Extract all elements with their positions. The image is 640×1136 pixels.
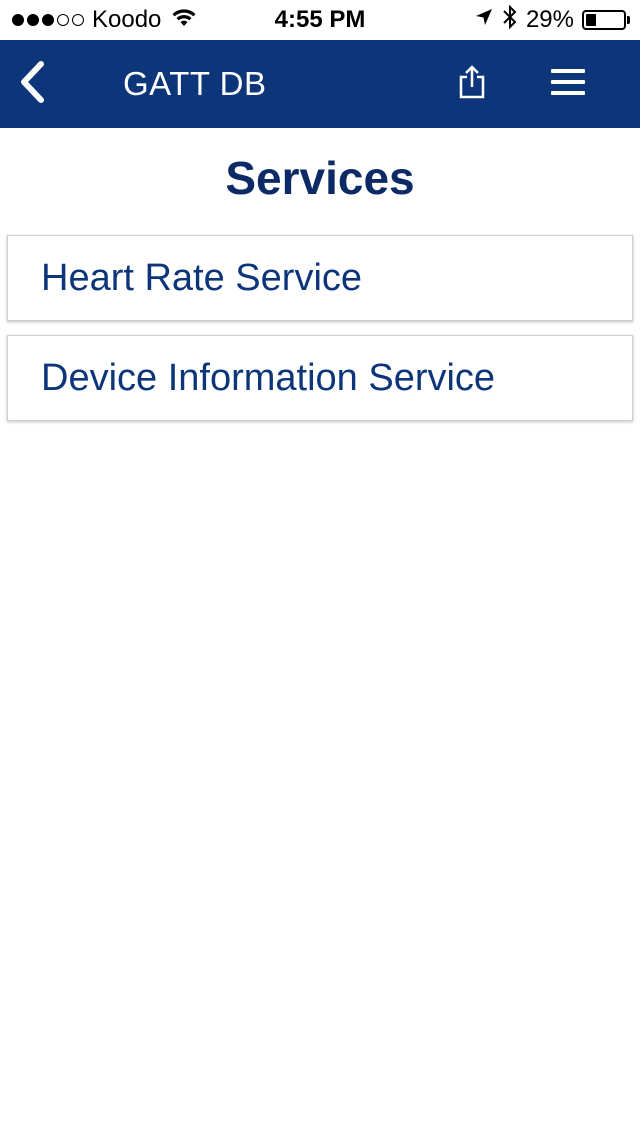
- bluetooth-icon: [502, 4, 518, 37]
- nav-title: GATT DB: [123, 65, 267, 102]
- location-arrow-icon: [474, 6, 494, 34]
- battery-tip: [627, 16, 630, 24]
- battery-percent: 29%: [525, 6, 574, 33]
- battery-fill: [586, 14, 597, 26]
- battery-icon: [582, 10, 630, 30]
- chevron-left-icon: [17, 60, 47, 109]
- page-title: Services: [225, 152, 415, 204]
- share-icon: [458, 64, 486, 104]
- hamburger-menu-icon: [551, 68, 585, 100]
- service-item-device-information[interactable]: Device Information Service: [7, 335, 633, 421]
- service-item-heart-rate[interactable]: Heart Rate Service: [7, 235, 633, 321]
- back-button[interactable]: [10, 60, 54, 108]
- service-label: Heart Rate Service: [41, 256, 363, 299]
- status-bar: Koodo 4:55 PM 29%: [0, 0, 640, 40]
- service-list: Heart Rate Service Device Information Se…: [7, 235, 633, 435]
- status-right: 29%: [474, 4, 630, 37]
- service-label: Device Information Service: [41, 356, 496, 399]
- navigation-bar: GATT DB: [0, 40, 640, 128]
- menu-button[interactable]: [546, 62, 590, 106]
- battery-body: [582, 10, 626, 30]
- share-button[interactable]: [450, 62, 494, 106]
